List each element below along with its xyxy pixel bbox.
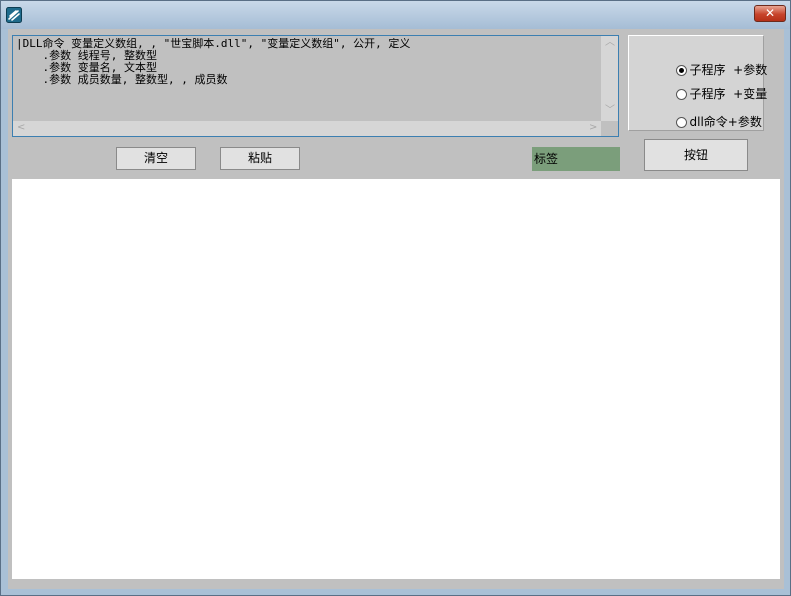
status-label: 标签 xyxy=(532,147,620,171)
radio-subprogram-params[interactable]: 子程序 +参数 xyxy=(645,47,767,77)
mode-radio-group: 子程序 +参数 子程序 +变量 dll命令+参数 xyxy=(628,35,767,131)
scroll-corner xyxy=(601,121,618,136)
radio-unchecked-icon[interactable] xyxy=(675,117,687,128)
drawing-canvas[interactable] xyxy=(12,179,780,579)
code-editor[interactable]: |DLL命令 变量定义数组, , "世宝脚本.dll", "变量定义数组", 公… xyxy=(12,35,619,137)
scroll-up-icon[interactable]: ︿ xyxy=(605,38,615,48)
paste-button[interactable]: 粘贴 xyxy=(220,147,300,170)
close-button[interactable]: ✕ xyxy=(754,5,786,22)
scroll-down-icon[interactable]: ﹀ xyxy=(605,106,615,116)
scroll-right-icon[interactable]: > xyxy=(589,123,597,133)
app-window: ✕ |DLL命令 变量定义数组, , "世宝脚本.dll", "变量定义数组",… xyxy=(0,0,791,596)
close-icon: ✕ xyxy=(764,6,776,20)
action-button[interactable]: 按钮 xyxy=(644,139,748,171)
radio-subprogram-vars[interactable]: 子程序 +变量 xyxy=(645,71,767,101)
app-logo-icon xyxy=(6,7,22,23)
radio-dll-params[interactable]: dll命令+参数 xyxy=(645,99,762,129)
client-area: |DLL命令 变量定义数组, , "世宝脚本.dll", "变量定义数组", 公… xyxy=(8,29,784,589)
scroll-left-icon[interactable]: < xyxy=(17,123,25,133)
horizontal-scrollbar[interactable]: < > xyxy=(13,121,601,136)
vertical-scrollbar[interactable]: ︿ ﹀ xyxy=(601,36,618,121)
clear-button[interactable]: 清空 xyxy=(116,147,196,170)
code-editor-text[interactable]: |DLL命令 变量定义数组, , "世宝脚本.dll", "变量定义数组", 公… xyxy=(16,38,596,118)
title-bar[interactable]: ✕ xyxy=(1,1,790,29)
